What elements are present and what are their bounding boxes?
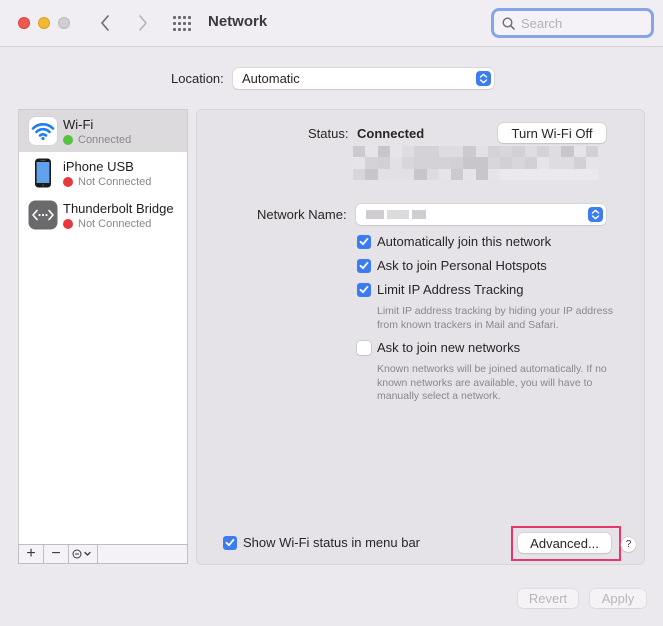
location-value: Automatic: [242, 71, 300, 86]
title-bar: Network: [0, 0, 663, 47]
network-name-select[interactable]: [356, 204, 606, 225]
close-window-button[interactable]: [18, 17, 30, 29]
location-select[interactable]: Automatic: [233, 68, 494, 89]
service-name: Thunderbolt Bridge: [63, 201, 174, 216]
status-value: Connected: [357, 126, 425, 141]
checkbox-label: Automatically join this network: [377, 234, 552, 249]
service-item-wifi[interactable]: Wi-Fi Connected: [19, 110, 187, 152]
checkmark-icon: [357, 258, 371, 273]
plus-icon: +: [26, 545, 36, 562]
ask-join-new-networks-checkbox[interactable]: Ask to join new networks: [357, 340, 520, 355]
show-wifi-menu-bar-checkbox[interactable]: Show Wi-Fi status in menu bar: [223, 535, 420, 550]
chevron-left-icon: [101, 15, 109, 31]
redacted-network-name: [366, 210, 438, 219]
minus-icon: −: [51, 545, 61, 562]
service-status: Connected: [63, 134, 131, 146]
network-name-label: Network Name:: [257, 207, 347, 222]
advanced-button[interactable]: Advanced...: [518, 533, 611, 553]
service-list-toolbar: + −: [18, 544, 188, 564]
service-item-thunderbolt-bridge[interactable]: Thunderbolt Bridge Not Connected: [19, 194, 187, 236]
revert-button[interactable]: Revert: [518, 589, 578, 608]
back-button[interactable]: [95, 12, 115, 34]
status-dot-red: [63, 177, 73, 187]
service-item-iphone-usb[interactable]: iPhone USB Not Connected: [19, 152, 187, 194]
show-all-button[interactable]: [173, 14, 193, 32]
ask-join-new-networks-help: Known networks will be joined automatica…: [377, 363, 607, 402]
limit-ip-tracking-checkbox[interactable]: Limit IP Address Tracking: [357, 282, 523, 297]
search-input[interactable]: [521, 15, 641, 31]
location-label: Location:: [171, 71, 224, 86]
checkbox-label: Show Wi-Fi status in menu bar: [243, 535, 421, 550]
service-status: Not Connected: [63, 218, 151, 230]
apply-button[interactable]: Apply: [590, 589, 646, 608]
checkbox-label: Ask to join new networks: [377, 340, 521, 355]
add-service-button[interactable]: +: [19, 545, 44, 563]
checkmark-icon: [357, 234, 371, 249]
wifi-icon: [28, 116, 58, 146]
limit-ip-tracking-help: Limit IP address tracking by hiding your…: [377, 305, 613, 331]
zoom-window-button[interactable]: [58, 17, 70, 29]
auto-join-checkbox[interactable]: Automatically join this network: [357, 234, 551, 249]
search-field[interactable]: [491, 8, 654, 38]
checkmark-icon: [223, 535, 237, 550]
turn-wifi-off-button[interactable]: Turn Wi-Fi Off: [498, 123, 606, 143]
chevron-right-icon: [139, 15, 147, 31]
personal-hotspots-checkbox[interactable]: Ask to join Personal Hotspots: [357, 258, 547, 273]
checkbox-empty-icon: [357, 340, 371, 355]
iphone-icon: [28, 158, 58, 188]
service-list[interactable]: Wi-Fi Connected iPhone USB Not Connected…: [18, 109, 188, 545]
status-dot-red: [63, 219, 73, 229]
service-status: Not Connected: [63, 176, 151, 188]
select-stepper-icon: [588, 207, 603, 222]
checkbox-label: Ask to join Personal Hotspots: [377, 258, 547, 273]
select-stepper-icon: [476, 71, 491, 86]
checkbox-label: Limit IP Address Tracking: [377, 282, 524, 297]
action-menu-icon: [72, 549, 91, 559]
action-menu-button[interactable]: [69, 545, 98, 563]
thunderbolt-bridge-icon: [28, 200, 58, 230]
window-title: Network: [208, 13, 268, 30]
checkmark-icon: [357, 282, 371, 297]
minimize-window-button[interactable]: [38, 17, 50, 29]
forward-button[interactable]: [133, 12, 153, 34]
help-button[interactable]: ?: [621, 537, 636, 552]
service-name: iPhone USB: [63, 159, 134, 174]
remove-service-button[interactable]: −: [44, 545, 69, 563]
magnifier-icon: [502, 16, 515, 30]
status-label: Status:: [308, 126, 349, 141]
status-dot-green: [63, 135, 73, 145]
service-name: Wi-Fi: [63, 117, 94, 132]
redacted-status-detail: [353, 146, 598, 180]
